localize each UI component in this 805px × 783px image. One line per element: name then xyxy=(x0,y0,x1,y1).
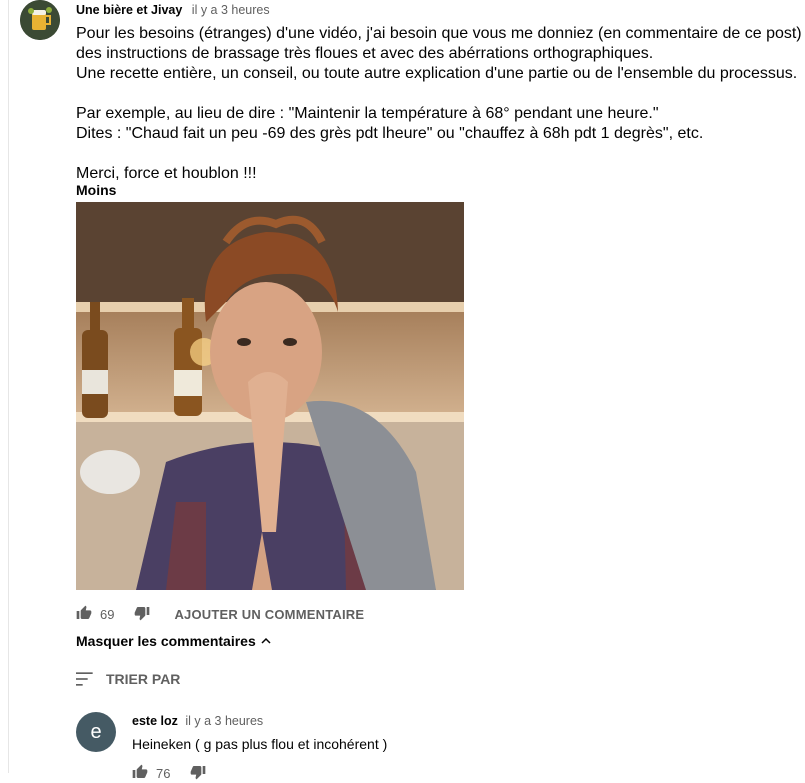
post-line: Une recette entière, un conseil, ou tout… xyxy=(76,65,798,82)
post-line: des instructions de brassage très floues… xyxy=(76,45,654,62)
thumb-up-icon[interactable] xyxy=(132,764,148,783)
sort-icon xyxy=(76,672,93,686)
like-count: 69 xyxy=(100,606,115,622)
post-author[interactable]: Une bière et Jivay xyxy=(76,3,182,17)
channel-avatar[interactable] xyxy=(20,0,60,40)
reply-author[interactable]: este loz xyxy=(132,714,178,728)
post-line: Par exemple, au lieu de dire : "Mainteni… xyxy=(76,105,659,122)
reply-avatar[interactable]: e xyxy=(76,712,116,752)
post-image[interactable] xyxy=(76,202,464,590)
post-actions: 69 AJOUTER UN COMMENTAIRE xyxy=(76,604,364,624)
post-time[interactable]: il y a 3 heures xyxy=(192,3,270,17)
post-line: Merci, force et houblon !!! xyxy=(76,165,257,182)
reply-header: este loz il y a 3 heures xyxy=(132,714,263,728)
reply-text: Heineken ( g pas plus flou et incohérent… xyxy=(132,736,388,752)
left-rule xyxy=(8,0,9,773)
thumb-down-icon[interactable] xyxy=(134,605,150,624)
sort-menu-button[interactable]: TRIER PAR xyxy=(76,671,180,687)
reply-actions: 76 xyxy=(132,764,206,783)
add-comment-button[interactable]: AJOUTER UN COMMENTAIRE xyxy=(174,607,364,622)
reply-like-count: 76 xyxy=(156,766,171,781)
post-line: Dites : "Chaud fait un peu -69 des grès … xyxy=(76,125,704,142)
show-less-button[interactable]: Moins xyxy=(76,182,116,198)
post-line: Pour les besoins (étranges) d'une vidéo,… xyxy=(76,25,802,42)
sort-label: TRIER PAR xyxy=(106,671,181,687)
chevron-up-icon xyxy=(261,637,271,644)
post-body: Pour les besoins (étranges) d'une vidéo,… xyxy=(76,24,802,184)
post-header: Une bière et Jivay il y a 3 heures xyxy=(76,2,270,18)
thumb-down-icon[interactable] xyxy=(190,764,206,783)
hide-comments-button[interactable]: Masquer les commentaires xyxy=(76,633,272,649)
thumb-up-icon[interactable] xyxy=(76,605,92,624)
hide-comments-label: Masquer les commentaires xyxy=(76,633,256,649)
reply-time[interactable]: il y a 3 heures xyxy=(185,714,263,728)
